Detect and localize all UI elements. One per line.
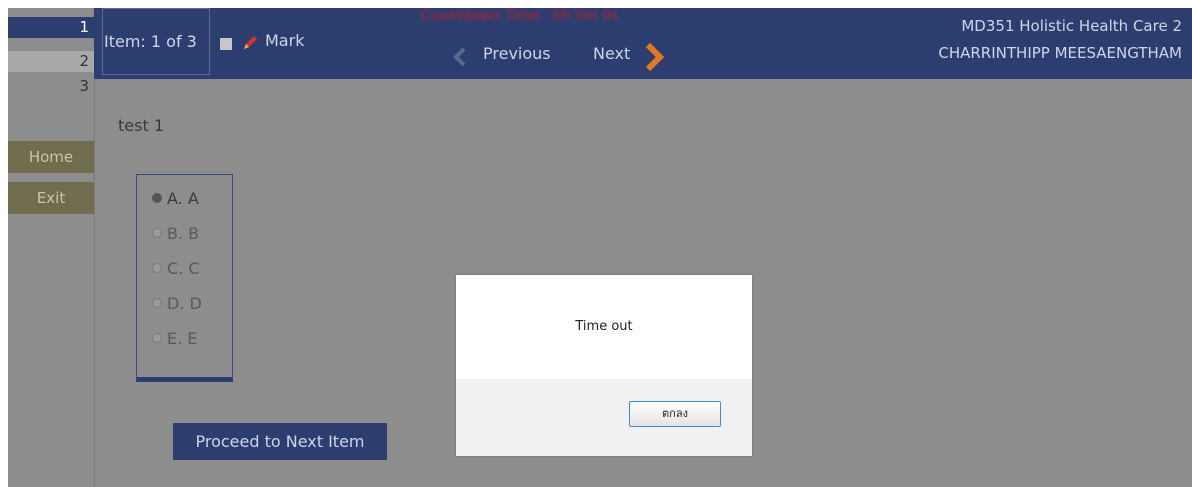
mark-button[interactable]: Mark (265, 31, 304, 50)
item-counter: Item: 1 of 3 (104, 32, 197, 51)
pencil-icon[interactable] (240, 33, 260, 53)
option-c[interactable]: C. C (152, 256, 200, 280)
course-title: MD351 Holistic Health Care 2 (961, 17, 1182, 35)
exam-window: 1 2 3 Home Exit Item: 1 of 3 Mark Countd… (8, 8, 1192, 487)
question-navigator: 1 2 3 Home Exit (8, 8, 94, 487)
exit-button[interactable]: Exit (8, 182, 94, 214)
question-text: test 1 (118, 116, 164, 135)
chevron-right-icon[interactable] (644, 43, 666, 71)
radio-button[interactable] (152, 333, 162, 343)
next-button[interactable]: Next (593, 44, 630, 63)
option-b[interactable]: B. B (152, 221, 199, 245)
radio-button[interactable] (152, 263, 162, 273)
mark-checkbox[interactable] (220, 38, 232, 50)
option-label: A. A (167, 188, 199, 208)
radio-button[interactable] (152, 228, 162, 238)
option-label: D. D (167, 293, 202, 313)
home-button[interactable]: Home (8, 141, 94, 173)
option-a[interactable]: A. A (152, 186, 199, 210)
nav-divider (94, 79, 95, 487)
radio-button[interactable] (152, 298, 162, 308)
student-name: CHARRINTHIPP MEESAENGTHAM (938, 44, 1182, 62)
option-e[interactable]: E. E (152, 326, 197, 350)
timeout-dialog: Time out ตกลง (456, 275, 752, 456)
chevron-left-icon[interactable] (452, 47, 468, 67)
option-label: C. C (167, 258, 200, 278)
option-d[interactable]: D. D (152, 291, 202, 315)
dialog-message: Time out (575, 319, 633, 334)
countdown-timer: Countdown Time : 0h 0m 0s (421, 8, 619, 24)
option-label: B. B (167, 223, 200, 243)
question-nav-item-2[interactable]: 2 (8, 51, 94, 72)
proceed-to-next-item-button[interactable]: Proceed to Next Item (173, 423, 387, 460)
previous-button[interactable]: Previous (483, 44, 551, 63)
question-nav-item-3[interactable]: 3 (8, 76, 94, 97)
question-nav-item-1[interactable]: 1 (8, 17, 94, 38)
option-label: E. E (167, 328, 198, 348)
dialog-ok-button[interactable]: ตกลง (629, 401, 721, 427)
radio-button-selected[interactable] (152, 193, 162, 203)
